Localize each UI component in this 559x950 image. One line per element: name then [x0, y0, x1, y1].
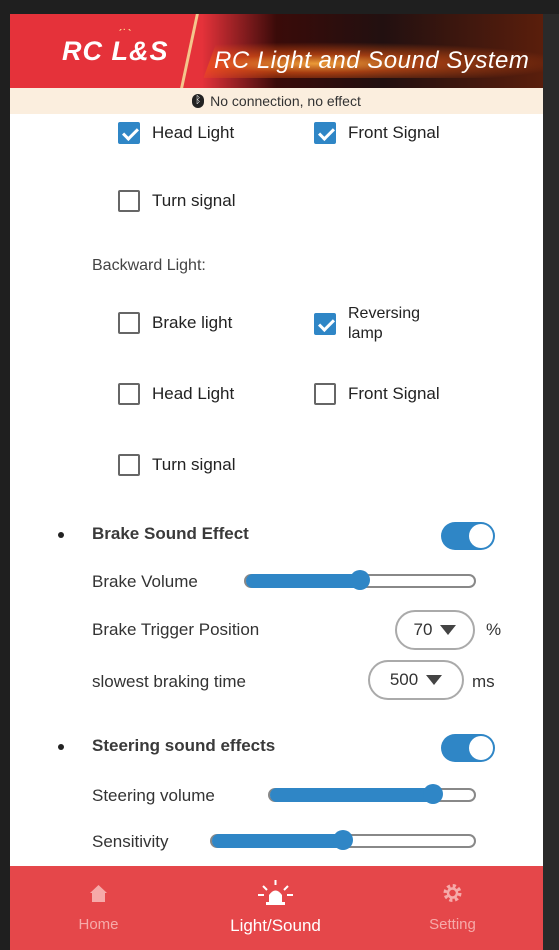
slider-thumb[interactable] — [423, 784, 444, 804]
sensitivity-slider[interactable] — [210, 830, 476, 850]
checkbox-checked[interactable] — [314, 313, 336, 335]
backward-light-label: Backward Light: — [92, 257, 206, 274]
chevron-down-icon — [440, 625, 457, 635]
app-screen: RC L&S ˊ˙ˋ RC Light and Sound System ᛒ N… — [10, 14, 543, 950]
checkbox-reversing-lamp[interactable]: Reversing lamp — [314, 304, 448, 344]
checkbox-forward-head-light[interactable]: Head Light — [118, 122, 234, 144]
checkbox-label: Front Signal — [348, 384, 440, 403]
checkbox-label: Turn signal — [152, 455, 236, 474]
checkbox-forward-turn-signal[interactable]: Turn signal — [118, 190, 235, 212]
checkbox-forward-front-signal[interactable]: Front Signal — [314, 122, 440, 144]
connection-status-bar: ᛒ No connection, no effect — [10, 88, 543, 114]
checkbox-backward-turn-signal[interactable]: Turn signal — [118, 454, 235, 476]
toggle-knob — [469, 736, 493, 760]
brake-sound-title: Brake Sound Effect — [92, 524, 249, 543]
brake-trigger-select[interactable]: 70 — [395, 610, 475, 650]
checkbox-label: Brake light — [152, 313, 233, 332]
steering-sound-title: Steering sound effects — [92, 736, 276, 755]
slider-thumb[interactable] — [333, 830, 353, 850]
nav-home-label: Home — [78, 916, 119, 933]
bottom-navigation: Home Light/Sound Setting — [10, 866, 543, 950]
app-header: RC L&S ˊ˙ˋ RC Light and Sound System — [10, 14, 543, 88]
checkbox-checked[interactable] — [118, 122, 140, 144]
checkbox-checked[interactable] — [314, 122, 336, 144]
nav-setting-label: Setting — [429, 916, 476, 933]
percent-unit: % — [486, 620, 502, 639]
chevron-down-icon — [426, 675, 443, 685]
brake-trigger-label: Brake Trigger Position — [92, 620, 260, 639]
section-bullet — [58, 744, 64, 750]
slider-fill — [246, 574, 360, 588]
sensitivity-label: Sensitivity — [92, 832, 169, 851]
toggle-knob — [469, 524, 493, 548]
section-bullet — [58, 532, 64, 538]
logo-spark-icon: ˊ˙ˋ — [118, 26, 132, 42]
checkbox-label: Head Light — [152, 123, 235, 142]
nav-setting[interactable]: Setting — [364, 866, 541, 950]
home-icon — [90, 885, 107, 902]
brake-volume-label: Brake Volume — [92, 572, 198, 591]
checkbox-label: Turn signal — [152, 191, 236, 210]
select-value: 500 — [389, 670, 419, 689]
checkbox-unchecked[interactable] — [118, 190, 140, 212]
ms-unit: ms — [472, 672, 495, 691]
nav-light-sound-label: Light/Sound — [230, 916, 321, 935]
light-siren-icon — [258, 880, 293, 905]
side-edge — [543, 14, 559, 950]
slowest-braking-label: slowest braking time — [92, 672, 247, 691]
app-title: RC Light and Sound System — [214, 47, 530, 74]
slider-fill — [212, 834, 343, 848]
connection-status-text: No connection, no effect — [210, 93, 361, 109]
nav-light-sound[interactable]: Light/Sound — [187, 866, 364, 950]
checkbox-unchecked[interactable] — [118, 312, 140, 334]
checkbox-backward-front-signal[interactable]: Front Signal — [314, 383, 440, 405]
nav-home[interactable]: Home — [10, 866, 187, 950]
slider-fill — [270, 788, 434, 802]
steering-sound-toggle[interactable] — [441, 734, 495, 762]
checkbox-unchecked[interactable] — [314, 383, 336, 405]
checkbox-label: Reversing lamp — [348, 305, 421, 342]
checkbox-unchecked[interactable] — [118, 454, 140, 476]
steering-volume-label: Steering volume — [92, 786, 215, 805]
bluetooth-icon: ᛒ — [192, 94, 205, 108]
brake-volume-slider[interactable] — [244, 570, 476, 590]
braking-time-select[interactable]: 500 — [368, 660, 464, 700]
select-value: 70 — [413, 620, 433, 639]
checkbox-unchecked[interactable] — [118, 383, 140, 405]
checkbox-label: Head Light — [152, 384, 235, 403]
checkbox-brake-light[interactable]: Brake light — [118, 312, 232, 334]
brake-sound-toggle[interactable] — [441, 522, 495, 550]
checkbox-label: Front Signal — [348, 123, 440, 142]
gear-icon — [443, 884, 462, 902]
checkbox-backward-head-light[interactable]: Head Light — [118, 383, 234, 405]
steering-volume-slider[interactable] — [268, 784, 476, 804]
app-logo: RC L&S — [62, 36, 169, 66]
slider-thumb[interactable] — [350, 570, 370, 590]
